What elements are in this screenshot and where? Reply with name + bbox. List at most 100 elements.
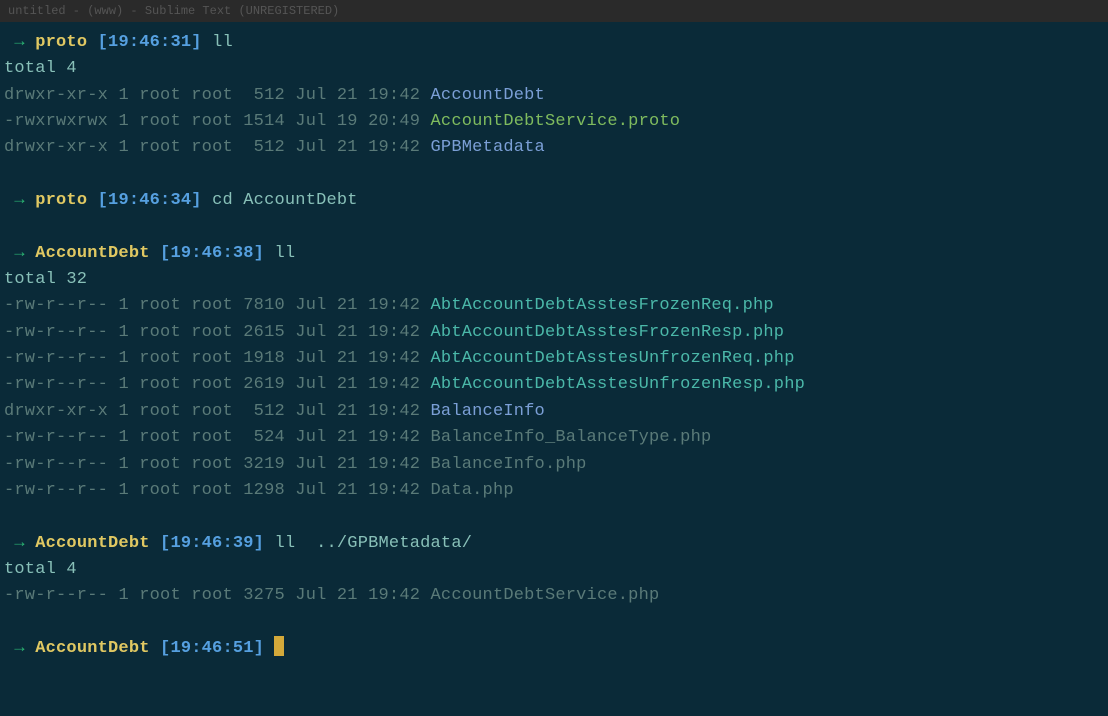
file-size: 1918 bbox=[243, 349, 285, 368]
prompt-cwd: AccountDebt bbox=[35, 244, 149, 263]
total-line: total 32 bbox=[4, 267, 1104, 293]
file-perms: drwxr-xr-x bbox=[4, 138, 108, 157]
file-name: Data.php bbox=[431, 481, 514, 500]
cursor-icon bbox=[274, 636, 284, 656]
file-date: Jul 21 19:42 bbox=[295, 455, 420, 474]
file-date: Jul 21 19:42 bbox=[295, 323, 420, 342]
file-name: AbtAccountDebtAsstesUnfrozenReq.php bbox=[431, 349, 795, 368]
window-title: untitled - (www) - Sublime Text (UNREGIS… bbox=[8, 2, 339, 21]
prompt-arrow-icon: → bbox=[4, 534, 35, 553]
prompt-timestamp: [19:46:31] bbox=[98, 33, 202, 52]
file-owner: root bbox=[139, 455, 181, 474]
file-size: 2619 bbox=[243, 375, 285, 394]
file-size: 7810 bbox=[243, 296, 285, 315]
file-perms: drwxr-xr-x bbox=[4, 86, 108, 105]
command-text: ll bbox=[212, 33, 233, 52]
file-owner: root bbox=[139, 481, 181, 500]
file-size: 512 bbox=[243, 86, 285, 105]
file-name: BalanceInfo_BalanceType.php bbox=[431, 428, 712, 447]
file-row: -rw-r--r-- 1 root root 1298 Jul 21 19:42… bbox=[4, 478, 1104, 504]
file-size: 512 bbox=[243, 402, 285, 421]
file-owner: root bbox=[139, 375, 181, 394]
file-group: root bbox=[191, 323, 233, 342]
prompt-arrow-icon: → bbox=[4, 244, 35, 263]
blank-line bbox=[4, 504, 1104, 530]
file-group: root bbox=[191, 112, 233, 131]
file-group: root bbox=[191, 481, 233, 500]
file-perms: drwxr-xr-x bbox=[4, 402, 108, 421]
file-owner: root bbox=[139, 112, 181, 131]
file-owner: root bbox=[139, 138, 181, 157]
file-owner: root bbox=[139, 296, 181, 315]
file-group: root bbox=[191, 375, 233, 394]
file-links: 1 bbox=[118, 402, 128, 421]
file-links: 1 bbox=[118, 586, 128, 605]
prompt-cwd: proto bbox=[35, 33, 87, 52]
file-row: -rw-r--r-- 1 root root 2615 Jul 21 19:42… bbox=[4, 320, 1104, 346]
file-row: -rw-r--r-- 1 root root 7810 Jul 21 19:42… bbox=[4, 293, 1104, 319]
file-group: root bbox=[191, 296, 233, 315]
prompt-line: → AccountDebt [19:46:39] ll ../GPBMetada… bbox=[4, 531, 1104, 557]
prompt-arrow-icon: → bbox=[4, 639, 35, 658]
file-links: 1 bbox=[118, 138, 128, 157]
file-row: -rw-r--r-- 1 root root 2619 Jul 21 19:42… bbox=[4, 372, 1104, 398]
prompt-cwd: proto bbox=[35, 191, 87, 210]
file-name: BalanceInfo bbox=[431, 402, 545, 421]
prompt-cwd: AccountDebt bbox=[35, 639, 149, 658]
file-owner: root bbox=[139, 86, 181, 105]
prompt-timestamp: [19:46:38] bbox=[160, 244, 264, 263]
file-group: root bbox=[191, 402, 233, 421]
window-titlebar: untitled - (www) - Sublime Text (UNREGIS… bbox=[0, 0, 1108, 22]
file-links: 1 bbox=[118, 428, 128, 447]
file-size: 3275 bbox=[243, 586, 285, 605]
file-date: Jul 21 19:42 bbox=[295, 428, 420, 447]
file-group: root bbox=[191, 428, 233, 447]
file-perms: -rwxrwxrwx bbox=[4, 112, 108, 131]
file-links: 1 bbox=[118, 112, 128, 131]
file-group: root bbox=[191, 86, 233, 105]
file-date: Jul 21 19:42 bbox=[295, 86, 420, 105]
file-name: AbtAccountDebtAsstesUnfrozenResp.php bbox=[431, 375, 805, 394]
file-row: -rw-r--r-- 1 root root 524 Jul 21 19:42 … bbox=[4, 425, 1104, 451]
prompt-arrow-icon: → bbox=[4, 33, 35, 52]
file-links: 1 bbox=[118, 455, 128, 474]
file-date: Jul 21 19:42 bbox=[295, 349, 420, 368]
file-owner: root bbox=[139, 349, 181, 368]
terminal-output[interactable]: → proto [19:46:31] lltotal 4drwxr-xr-x 1… bbox=[0, 22, 1108, 666]
file-links: 1 bbox=[118, 86, 128, 105]
file-size: 524 bbox=[243, 428, 285, 447]
file-perms: -rw-r--r-- bbox=[4, 375, 108, 394]
command-text: ll bbox=[274, 534, 305, 553]
file-row: -rw-r--r-- 1 root root 3275 Jul 21 19:42… bbox=[4, 583, 1104, 609]
file-perms: -rw-r--r-- bbox=[4, 481, 108, 500]
file-row: drwxr-xr-x 1 root root 512 Jul 21 19:42 … bbox=[4, 135, 1104, 161]
command-arg: ../GPBMetadata/ bbox=[306, 534, 472, 553]
file-perms: -rw-r--r-- bbox=[4, 586, 108, 605]
file-name: AbtAccountDebtAsstesFrozenResp.php bbox=[431, 323, 785, 342]
file-name: AccountDebt bbox=[431, 86, 545, 105]
file-date: Jul 21 19:42 bbox=[295, 481, 420, 500]
file-perms: -rw-r--r-- bbox=[4, 428, 108, 447]
prompt-cwd: AccountDebt bbox=[35, 534, 149, 553]
file-size: 1298 bbox=[243, 481, 285, 500]
file-size: 1514 bbox=[243, 112, 285, 131]
file-name: BalanceInfo.php bbox=[431, 455, 587, 474]
file-links: 1 bbox=[118, 296, 128, 315]
file-date: Jul 21 19:42 bbox=[295, 138, 420, 157]
file-group: root bbox=[191, 455, 233, 474]
blank-line bbox=[4, 610, 1104, 636]
file-perms: -rw-r--r-- bbox=[4, 296, 108, 315]
file-name: AbtAccountDebtAsstesFrozenReq.php bbox=[431, 296, 774, 315]
total-line: total 4 bbox=[4, 56, 1104, 82]
command-text: cd AccountDebt bbox=[212, 191, 358, 210]
prompt-line: → proto [19:46:31] ll bbox=[4, 30, 1104, 56]
file-size: 2615 bbox=[243, 323, 285, 342]
prompt-timestamp: [19:46:34] bbox=[98, 191, 202, 210]
file-owner: root bbox=[139, 428, 181, 447]
file-name: AccountDebtService.proto bbox=[431, 112, 681, 131]
command-text: ll bbox=[274, 244, 295, 263]
file-links: 1 bbox=[118, 481, 128, 500]
prompt-line: → proto [19:46:34] cd AccountDebt bbox=[4, 188, 1104, 214]
file-links: 1 bbox=[118, 349, 128, 368]
file-row: -rw-r--r-- 1 root root 3219 Jul 21 19:42… bbox=[4, 452, 1104, 478]
